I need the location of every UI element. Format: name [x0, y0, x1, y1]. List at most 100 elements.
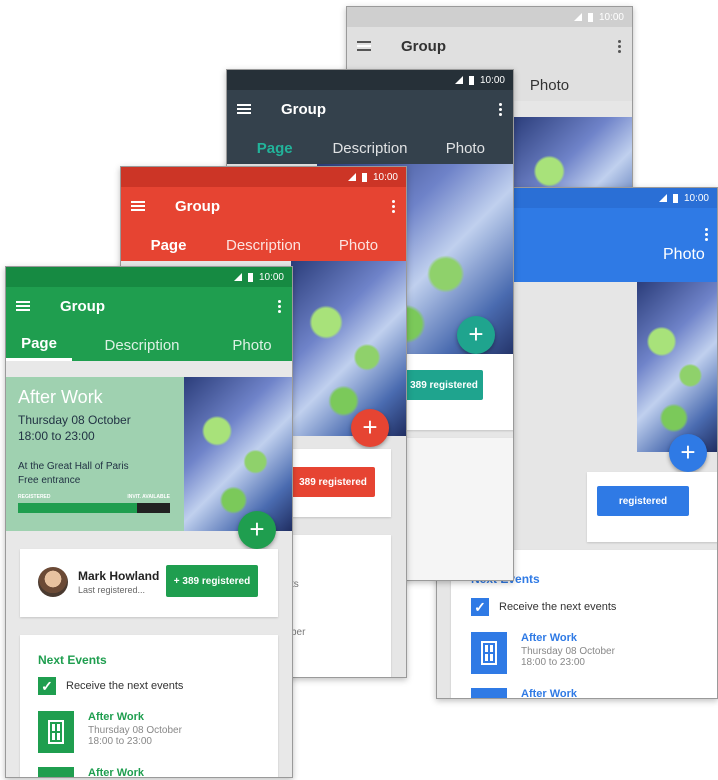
available-label: INVIT. AVAILABLE	[127, 494, 170, 500]
battery-icon	[361, 172, 367, 182]
screens-composition: 10:00 Group an Photo + 389 registered en…	[0, 0, 718, 780]
add-fab[interactable]: +	[669, 434, 707, 472]
fragment-text: ber	[291, 627, 306, 638]
battery-icon	[587, 12, 593, 22]
menu-icon[interactable]	[131, 201, 145, 211]
tab-bar: Page Description Photo	[6, 325, 292, 361]
more-icon[interactable]	[278, 299, 282, 313]
toolbar-title: Group	[175, 197, 220, 215]
register-button[interactable]: 389 registered	[405, 370, 483, 400]
tab-page[interactable]: Page	[121, 225, 216, 261]
status-time: 10:00	[479, 74, 505, 86]
event-item-hours: 18:00 to 23:00	[88, 736, 152, 747]
registration-progress-fill	[18, 503, 137, 513]
building-icon	[38, 711, 74, 753]
next-events-card: Next Events ✓ Receive the next events Af…	[20, 635, 278, 778]
tab-bar: Page Description Photo	[227, 128, 513, 164]
next-events-heading: Next Events	[38, 653, 107, 667]
status-bar: 10:00	[347, 7, 632, 27]
registrant-subtitle: Last registered...	[78, 585, 146, 595]
event-hours: 18:00 to 23:00	[18, 429, 95, 443]
more-icon[interactable]	[618, 39, 622, 53]
toolbar-title: Group	[60, 297, 105, 315]
event-item-hours: 18:00 to 23:00	[521, 657, 585, 668]
more-icon[interactable]	[499, 102, 503, 116]
signal-icon	[233, 273, 242, 281]
signal-icon	[454, 76, 463, 84]
toolbar: Group	[227, 90, 513, 128]
registration-card: 389 registered	[397, 354, 513, 430]
avatar	[38, 567, 68, 597]
next-events-card: er	[397, 438, 513, 580]
battery-icon	[672, 193, 678, 203]
event-date: Thursday 08 October	[18, 413, 131, 427]
event-item-title: After Work	[88, 767, 145, 778]
toolbar: Group	[121, 187, 406, 225]
tab-description[interactable]: Description	[216, 225, 311, 261]
tab-page[interactable]: Page	[227, 128, 322, 164]
status-time: 10:00	[372, 171, 398, 183]
event-list-item[interactable]: After Work	[38, 767, 145, 778]
more-icon[interactable]	[705, 228, 709, 241]
status-time: 10:00	[683, 192, 709, 204]
event-title: After Work	[18, 387, 103, 407]
register-button[interactable]: + 389 registered	[166, 565, 258, 597]
signal-icon	[347, 173, 356, 181]
receive-events-label: Receive the next events	[66, 680, 184, 692]
status-time: 10:00	[258, 271, 284, 283]
battery-icon	[247, 272, 253, 282]
add-fab[interactable]: +	[238, 511, 276, 549]
screen-green: 10:00 Group Page Description Photo After…	[5, 266, 293, 778]
next-events-card: ts ber	[291, 535, 391, 677]
event-entrance: Free entrance	[18, 475, 81, 486]
registration-progress-bar	[18, 503, 170, 513]
receive-events-checkbox[interactable]: ✓	[38, 677, 56, 695]
add-fab[interactable]: +	[457, 316, 495, 354]
event-item-date: Thursday 08 October	[88, 725, 182, 736]
building-icon	[471, 688, 507, 698]
event-list-item[interactable]: After Work Thursday 08 October 18:00 to …	[38, 711, 182, 753]
toolbar-title: Group	[281, 100, 326, 118]
event-list-item[interactable]: After Work Thursday 08 October 18:00 to …	[471, 632, 615, 674]
menu-icon[interactable]	[237, 104, 251, 114]
status-time: 10:00	[598, 11, 624, 23]
event-list-item[interactable]: After Work	[471, 688, 578, 699]
event-photo	[637, 282, 717, 452]
receive-events-checkbox[interactable]: ✓	[471, 598, 489, 616]
register-button[interactable]: registered	[597, 486, 689, 516]
registration-card: registered	[587, 472, 717, 542]
status-bar: 10:00	[121, 167, 406, 187]
receive-events-label: Receive the next events	[499, 601, 617, 613]
tab-description[interactable]: Description	[322, 128, 417, 164]
signal-icon	[658, 194, 667, 202]
add-fab[interactable]: +	[351, 409, 389, 447]
registration-card: 389 registered	[291, 449, 391, 517]
toolbar: Group	[6, 287, 292, 325]
menu-icon[interactable]	[357, 41, 371, 51]
building-icon	[38, 767, 74, 777]
tab-page[interactable]: Page	[6, 325, 72, 361]
battery-icon	[468, 75, 474, 85]
event-item-title: After Work	[521, 688, 578, 699]
tab-photo[interactable]: Photo	[418, 128, 513, 164]
building-icon	[471, 632, 507, 674]
tab-bar: Page Description Photo	[121, 225, 406, 261]
status-bar: 10:00	[6, 267, 292, 287]
event-header: After Work Thursday 08 October 18:00 to …	[6, 377, 292, 531]
toolbar-title: Group	[401, 37, 446, 55]
event-item-title: After Work	[88, 711, 145, 723]
event-item-date: Thursday 08 October	[521, 646, 615, 657]
event-photo	[184, 377, 292, 531]
register-button[interactable]: 389 registered	[291, 467, 375, 497]
registration-card: Mark Howland Last registered... + 389 re…	[20, 549, 278, 617]
tab-photo[interactable]: Photo	[311, 225, 406, 261]
event-location: At the Great Hall of Paris	[18, 461, 129, 472]
tab-photo[interactable]: Photo	[212, 325, 292, 361]
tab-description[interactable]: Description	[72, 325, 212, 361]
event-photo	[291, 261, 406, 436]
menu-icon[interactable]	[16, 301, 30, 311]
tab-photo[interactable]: Photo	[663, 246, 705, 264]
toolbar: Group	[347, 27, 632, 65]
more-icon[interactable]	[392, 199, 396, 213]
registered-label: REGISTERED	[18, 494, 51, 500]
